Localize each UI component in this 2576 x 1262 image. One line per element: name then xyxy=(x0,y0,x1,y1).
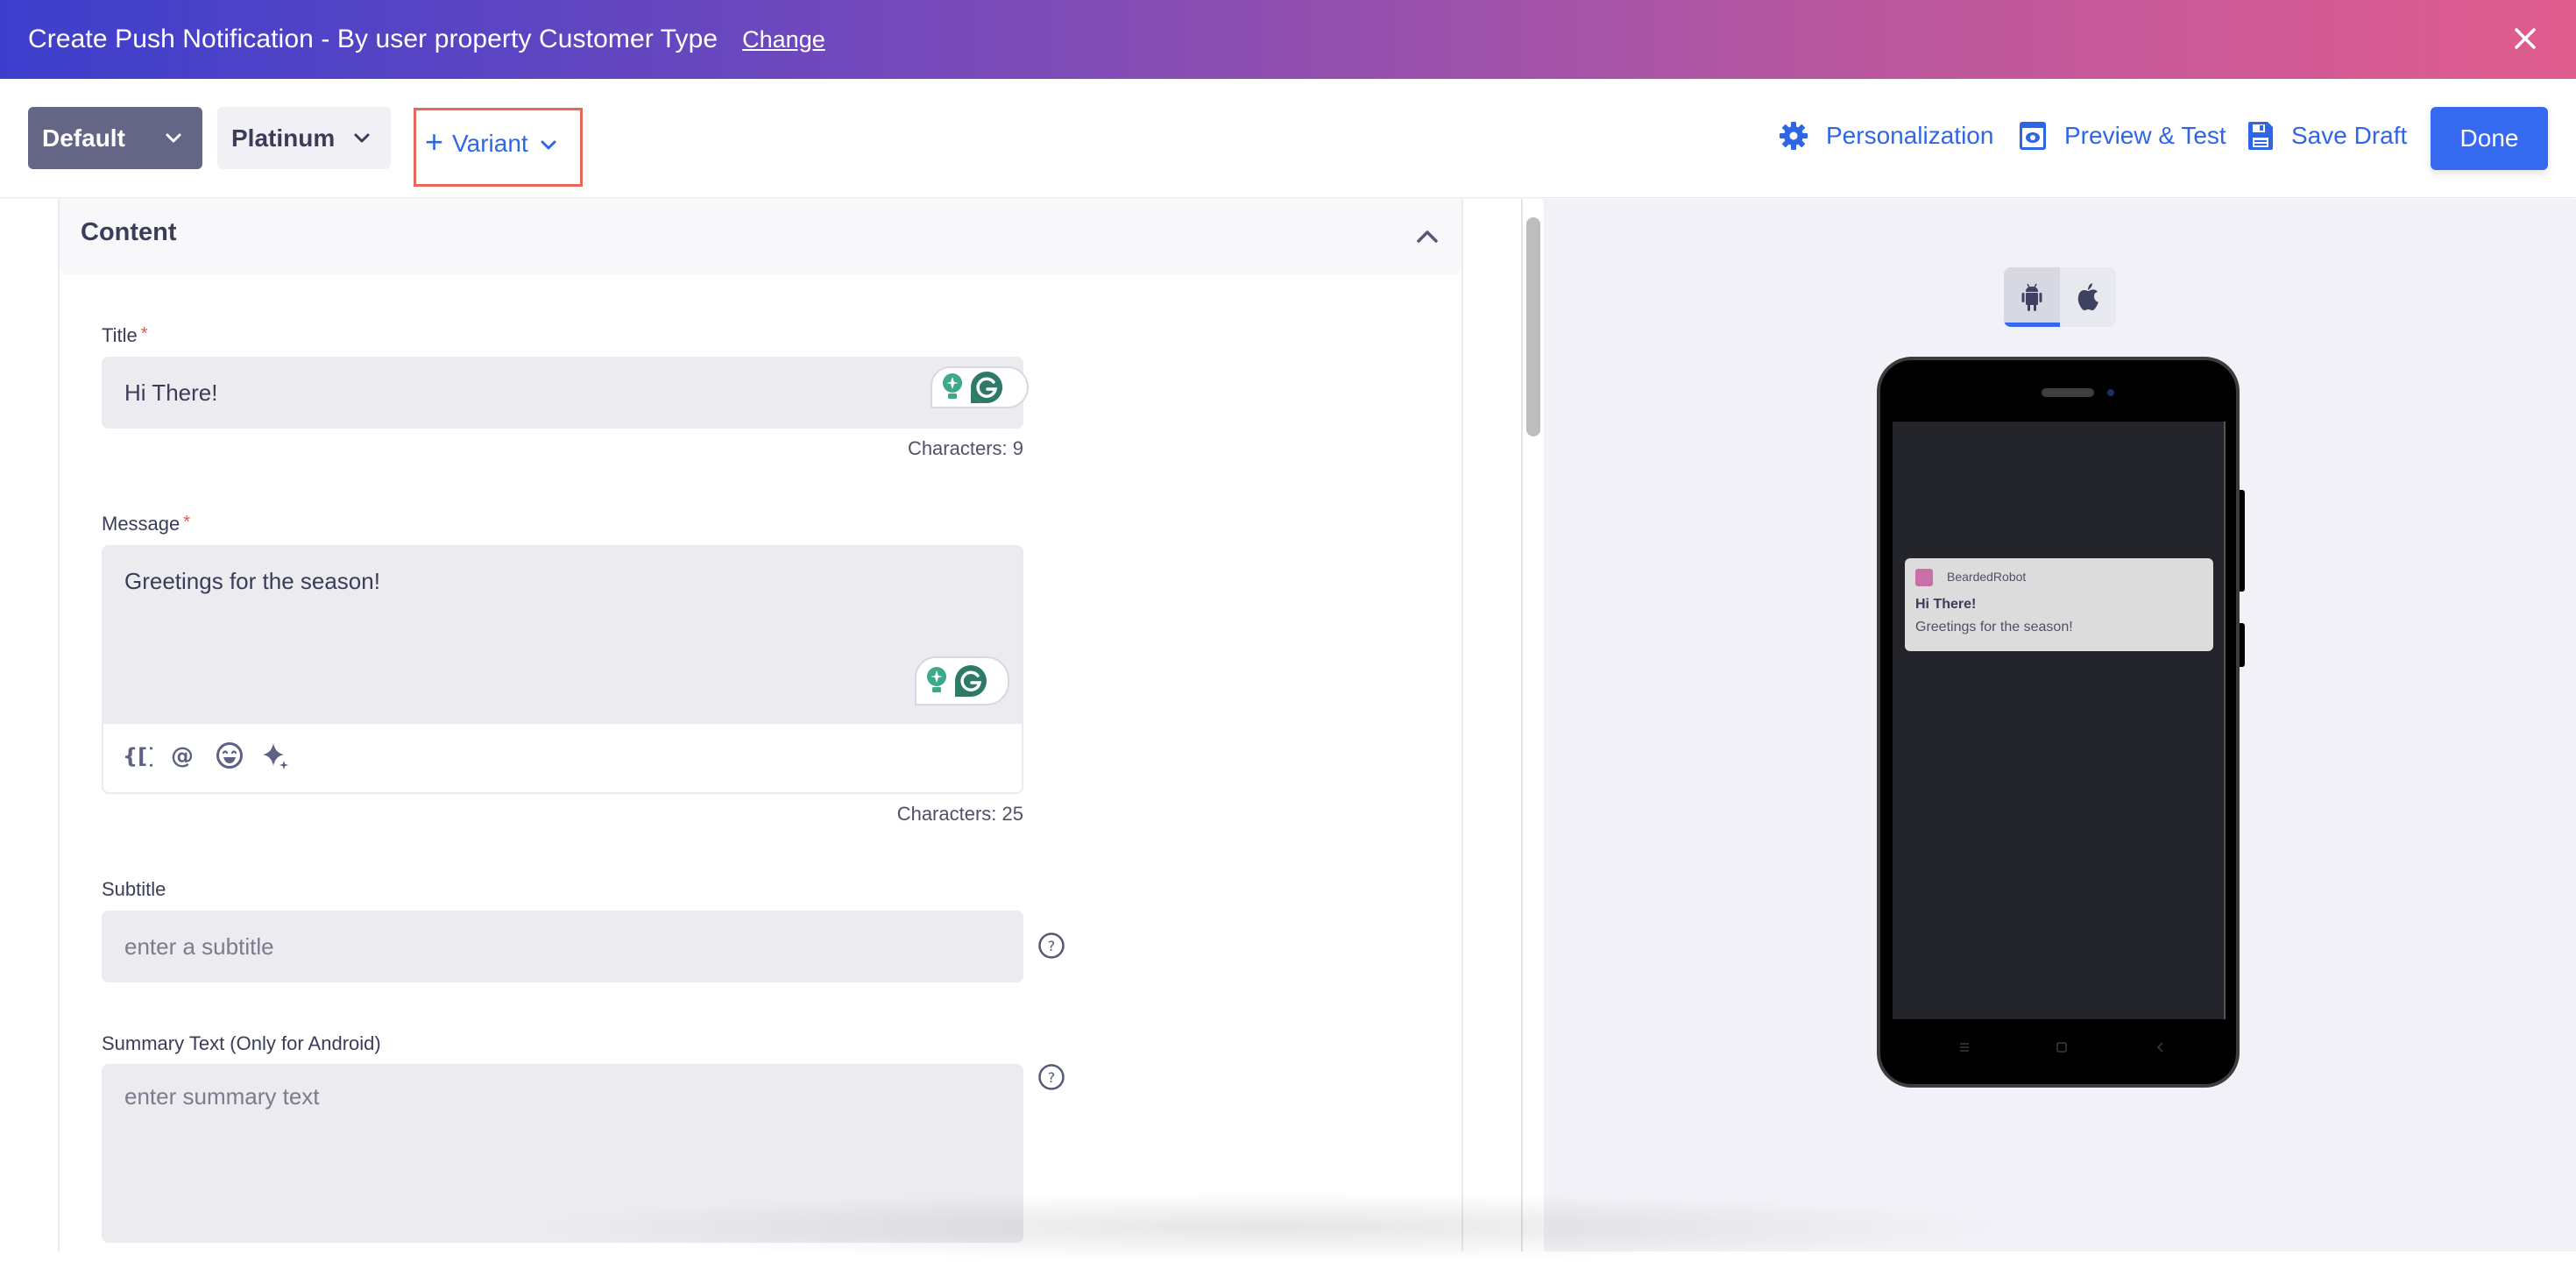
close-icon xyxy=(2515,28,2536,49)
grammarly-widget[interactable] xyxy=(931,366,1029,408)
content-section-header[interactable]: Content xyxy=(60,199,1461,274)
notification-body: Greetings for the season! xyxy=(1915,620,2073,635)
grammarly-g-icon xyxy=(955,665,987,697)
variant-tab-platinum[interactable]: Platinum xyxy=(217,107,391,169)
grammarly-widget[interactable] xyxy=(915,656,1009,705)
menu-nav-icon xyxy=(1960,1043,1969,1052)
android-icon xyxy=(2021,283,2042,311)
required-asterisk: * xyxy=(183,513,191,532)
notification-app-name: BeardedRobot xyxy=(1947,570,2027,584)
required-asterisk: * xyxy=(140,324,148,344)
scrollbar-thumb[interactable] xyxy=(1526,217,1540,436)
summary-label: Summary Text (Only for Android) xyxy=(102,1032,381,1054)
title-label-text: Title xyxy=(102,324,138,346)
subtitle-input[interactable] xyxy=(102,911,1023,982)
preview-eye-icon xyxy=(2020,122,2046,150)
save-draft-label: Save Draft xyxy=(2291,122,2408,149)
help-question-icon[interactable]: ? xyxy=(1037,1063,1065,1091)
svg-text:?: ? xyxy=(1048,1069,1056,1086)
toolbar: Default Platinum + Variant Personalizati… xyxy=(0,79,2576,198)
summary-textarea[interactable] xyxy=(102,1064,1023,1243)
notification-title: Hi There! xyxy=(1915,597,1977,612)
phone-side-button xyxy=(2240,490,2245,592)
modal-title: Create Push Notification - By user prope… xyxy=(28,25,718,53)
variant-tab-label: Platinum xyxy=(231,124,336,152)
add-variant-label: Variant xyxy=(452,130,528,157)
message-label-text: Message xyxy=(102,513,180,535)
ai-sparkle-icon[interactable] xyxy=(261,741,289,769)
notification-preview: BeardedRobot Hi There! Greetings for the… xyxy=(1905,558,2213,651)
lightbulb-icon xyxy=(943,373,962,399)
phone-mockup: BeardedRobot Hi There! Greetings for the… xyxy=(1877,357,2245,1088)
phone-speaker xyxy=(2042,388,2094,397)
app-icon xyxy=(1915,569,1933,586)
variant-tab-default[interactable]: Default xyxy=(28,107,202,169)
done-button[interactable]: Done xyxy=(2431,107,2548,170)
emoji-icon[interactable] xyxy=(216,741,244,769)
phone-side-button xyxy=(2240,623,2245,667)
save-draft-button[interactable]: Save Draft xyxy=(2247,121,2407,151)
title-label: Title * xyxy=(102,324,148,347)
chevron-up-icon[interactable] xyxy=(1412,222,1442,252)
title-char-count: Characters: 9 xyxy=(907,437,1023,459)
lightbulb-icon xyxy=(927,667,946,692)
grammarly-g-icon xyxy=(971,372,1002,403)
chevron-down-icon xyxy=(166,133,181,143)
subtitle-label: Subtitle xyxy=(102,878,166,900)
preview-pane: BeardedRobot Hi There! Greetings for the… xyxy=(1544,199,2576,1251)
gear-icon xyxy=(1780,122,1808,150)
help-question-icon[interactable]: ? xyxy=(1037,932,1065,960)
content-section-title: Content xyxy=(81,218,177,246)
message-textarea[interactable]: Greetings for the season! xyxy=(103,547,1022,724)
preview-test-label: Preview & Test xyxy=(2064,122,2226,149)
message-label: Message * xyxy=(102,513,190,535)
personalization-button[interactable]: Personalization xyxy=(1779,121,1993,151)
mention-at-icon[interactable]: @ xyxy=(170,741,198,769)
chevron-down-icon xyxy=(354,133,370,143)
add-variant-button[interactable]: + Variant xyxy=(414,108,583,187)
close-button[interactable] xyxy=(2506,19,2544,58)
message-toolbar: {[} @ xyxy=(123,741,289,769)
floppy-disk-icon xyxy=(2248,122,2273,150)
message-char-count: Characters: 25 xyxy=(896,803,1023,825)
chevron-down-icon xyxy=(541,140,556,150)
modal-header: Create Push Notification - By user prope… xyxy=(0,0,2576,79)
title-input[interactable] xyxy=(102,357,1023,429)
os-toggle xyxy=(2004,267,2116,327)
message-editor: Greetings for the season! {[} @ xyxy=(102,545,1023,794)
apple-icon xyxy=(2077,283,2098,311)
home-nav-icon xyxy=(2056,1042,2067,1053)
back-nav-icon xyxy=(2156,1042,2163,1053)
plus-icon: + xyxy=(425,124,444,160)
svg-text:{[}: {[} xyxy=(123,744,152,769)
variant-tab-label: Default xyxy=(42,124,125,152)
personalization-braces-icon[interactable]: {[} xyxy=(123,742,152,769)
content-editor-pane: Content Title* Characters: 9 Message* Gr… xyxy=(0,199,1523,1251)
android-tab[interactable] xyxy=(2004,267,2060,327)
change-link[interactable]: Change xyxy=(742,26,825,53)
svg-text:?: ? xyxy=(1048,938,1056,954)
svg-text:@: @ xyxy=(171,743,194,769)
ios-tab[interactable] xyxy=(2060,267,2116,327)
phone-screen: BeardedRobot Hi There! Greetings for the… xyxy=(1893,422,2226,1019)
phone-camera xyxy=(2107,389,2114,396)
preview-test-button[interactable]: Preview & Test xyxy=(2019,121,2226,151)
personalization-label: Personalization xyxy=(1826,122,1994,149)
